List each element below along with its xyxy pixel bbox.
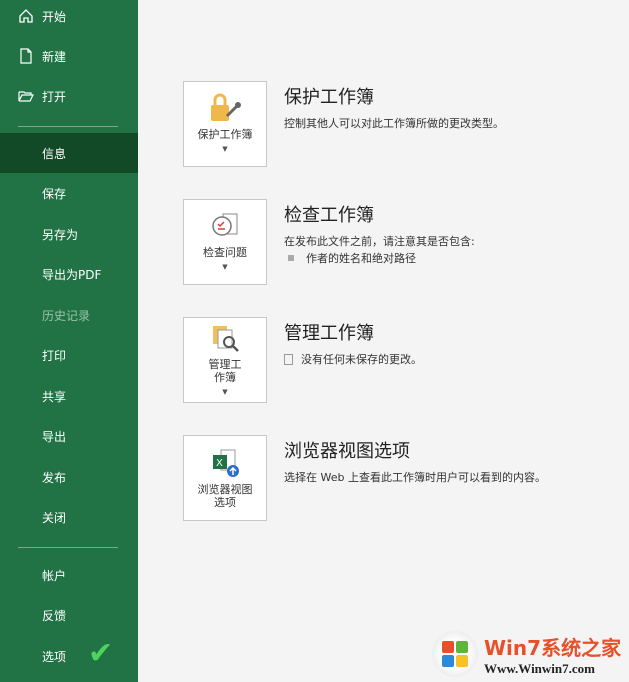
protect-section: 保护工作簿 控制其他人可以对此工作簿所做的更改类型。 <box>284 87 504 130</box>
manage-workbook-button[interactable]: 管理工作簿 ▼ <box>183 317 267 403</box>
browser-view-section: 浏览器视图选项 选择在 Web 上查看此工作簿时用户可以看到的内容。 <box>284 441 546 484</box>
folder-open-icon <box>18 91 34 102</box>
inspect-icon <box>212 213 238 236</box>
browser-view-options-button[interactable]: X 浏览器视图选项 <box>183 435 267 521</box>
home-icon <box>19 9 33 23</box>
bullet-item: 作者的姓名和绝对路径 <box>284 250 475 266</box>
document-icon <box>284 353 293 365</box>
sidebar-item-home[interactable]: 开始 <box>0 0 138 36</box>
sidebar-item-save[interactable]: 保存 <box>0 173 138 213</box>
lock-icon <box>211 93 241 121</box>
excel-web-icon: X <box>213 449 239 477</box>
sidebar-divider <box>18 126 118 127</box>
sidebar-item-export-pdf[interactable]: 导出为PDF <box>0 254 138 294</box>
dropdown-arrow-icon: ▼ <box>222 263 228 271</box>
new-document-icon <box>20 48 32 64</box>
sidebar-item-share[interactable]: 共享 <box>0 376 138 416</box>
bullet-icon <box>288 255 294 261</box>
watermark: Win7系统之家 Www.Winwin7.com <box>432 630 622 678</box>
sidebar-item-new[interactable]: 新建 <box>0 36 138 76</box>
sidebar-item-account[interactable]: 帐户 <box>0 555 138 595</box>
sidebar-item-options[interactable]: 选项 <box>0 636 138 676</box>
sidebar-item-publish[interactable]: 发布 <box>0 457 138 497</box>
sidebar-item-close[interactable]: 关闭 <box>0 497 138 537</box>
sidebar-item-feedback[interactable]: 反馈 <box>0 595 138 635</box>
check-issues-button[interactable]: 检查问题 ▼ <box>183 199 267 285</box>
backstage-sidebar: 开始 新建 打开 信息 保存 另存为 导出为PDF 历史记录 打印 共享 导出 … <box>0 0 138 682</box>
sidebar-item-open[interactable]: 打开 <box>0 76 138 116</box>
dropdown-arrow-icon: ▼ <box>222 145 228 153</box>
checkmark-icon: ✔ <box>88 636 114 671</box>
manage-versions-icon <box>213 325 239 352</box>
sidebar-item-save-as[interactable]: 另存为 <box>0 214 138 254</box>
sidebar-item-info[interactable]: 信息 <box>0 133 138 173</box>
sidebar-divider <box>18 547 118 548</box>
manage-section: 管理工作簿 没有任何未保存的更改。 <box>284 323 422 366</box>
sidebar-item-history: 历史记录 <box>42 308 91 323</box>
windows-logo-icon <box>432 631 478 677</box>
svg-text:X: X <box>216 458 223 469</box>
inspect-section: 检查工作簿 在发布此文件之前，请注意其是否包含: 作者的姓名和绝对路径 <box>284 205 475 266</box>
protect-workbook-button[interactable]: 保护工作簿 ▼ <box>183 81 267 167</box>
sidebar-item-export[interactable]: 导出 <box>0 416 138 456</box>
dropdown-arrow-icon: ▼ <box>222 387 228 396</box>
sidebar-item-print[interactable]: 打印 <box>0 335 138 375</box>
